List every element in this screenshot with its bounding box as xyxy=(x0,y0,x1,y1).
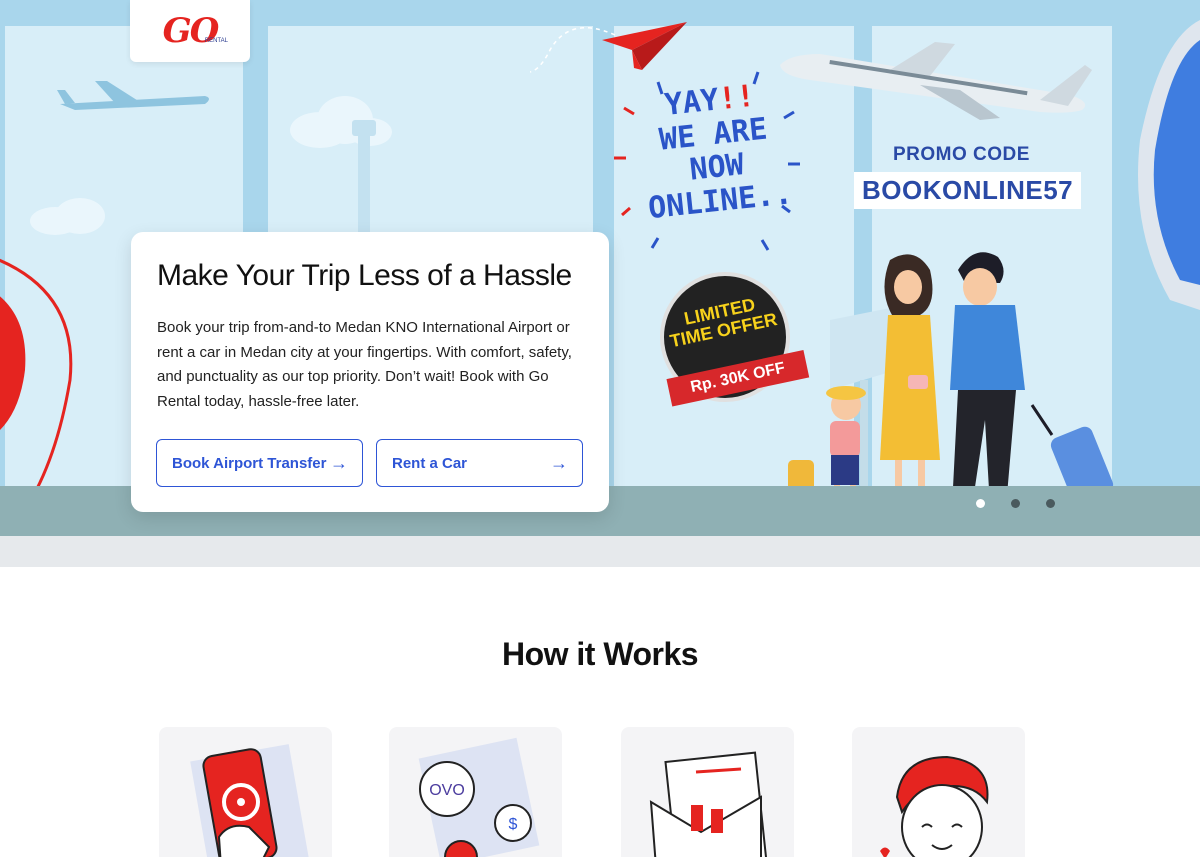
promo-code-value: BOOKONLINE57 xyxy=(854,172,1082,209)
rent-a-car-label: Rent a Car xyxy=(392,454,468,472)
promo-code-label: PROMO CODE xyxy=(893,144,1030,165)
step-card-3 xyxy=(621,727,794,857)
cloud-icon xyxy=(30,198,105,235)
airplane-silhouette-icon xyxy=(57,81,209,110)
carousel-dot-2[interactable] xyxy=(1011,499,1020,508)
arrow-right-icon: → xyxy=(550,452,568,473)
step-card-1 xyxy=(159,727,332,857)
airplane-icon xyxy=(780,42,1092,120)
happy-customer-icon xyxy=(880,755,989,857)
envelope-keys-icon xyxy=(649,751,768,857)
logo-text: GO xyxy=(162,11,220,51)
carousel-dot-3[interactable] xyxy=(1046,499,1055,508)
book-airport-transfer-label: Book Airport Transfer xyxy=(172,454,327,472)
ovo-coins-icon: OVO $ xyxy=(418,737,540,857)
carousel-indicators xyxy=(976,499,1055,508)
carousel-dot-1[interactable] xyxy=(976,499,985,508)
hero-description: Book your trip from-and-to Medan KNO Int… xyxy=(157,319,572,410)
rent-a-car-button[interactable]: Rent a Car → xyxy=(376,439,583,487)
step-card-4 xyxy=(852,727,1025,857)
how-it-works-title: How it Works xyxy=(501,636,699,672)
book-airport-transfer-button[interactable]: Book Airport Transfer → xyxy=(156,439,363,487)
family-travelers-illustration xyxy=(788,252,1114,509)
site-logo[interactable]: GO RENTAL xyxy=(130,0,250,62)
hero-headline: Make Your Trip Less of a Hassle xyxy=(157,259,572,292)
dollar-icon: $ xyxy=(509,816,518,833)
hero-card: Make Your Trip Less of a Hassle Book you… xyxy=(131,232,609,512)
ovo-coin-label: OVO xyxy=(429,782,465,799)
hero-banner: YAY!! WE ARE NOW ONLINE.. PROMO CODE BOO… xyxy=(0,0,1200,567)
step-card-2: OVO $ xyxy=(389,727,562,857)
sparkle-dashes-icon xyxy=(614,71,800,251)
logo-subtext: RENTAL xyxy=(204,38,228,44)
arrow-right-icon: → xyxy=(330,452,348,473)
phone-steering-wheel-icon xyxy=(190,744,309,857)
floor-band xyxy=(0,536,1200,567)
dashed-trail-icon xyxy=(530,27,616,73)
